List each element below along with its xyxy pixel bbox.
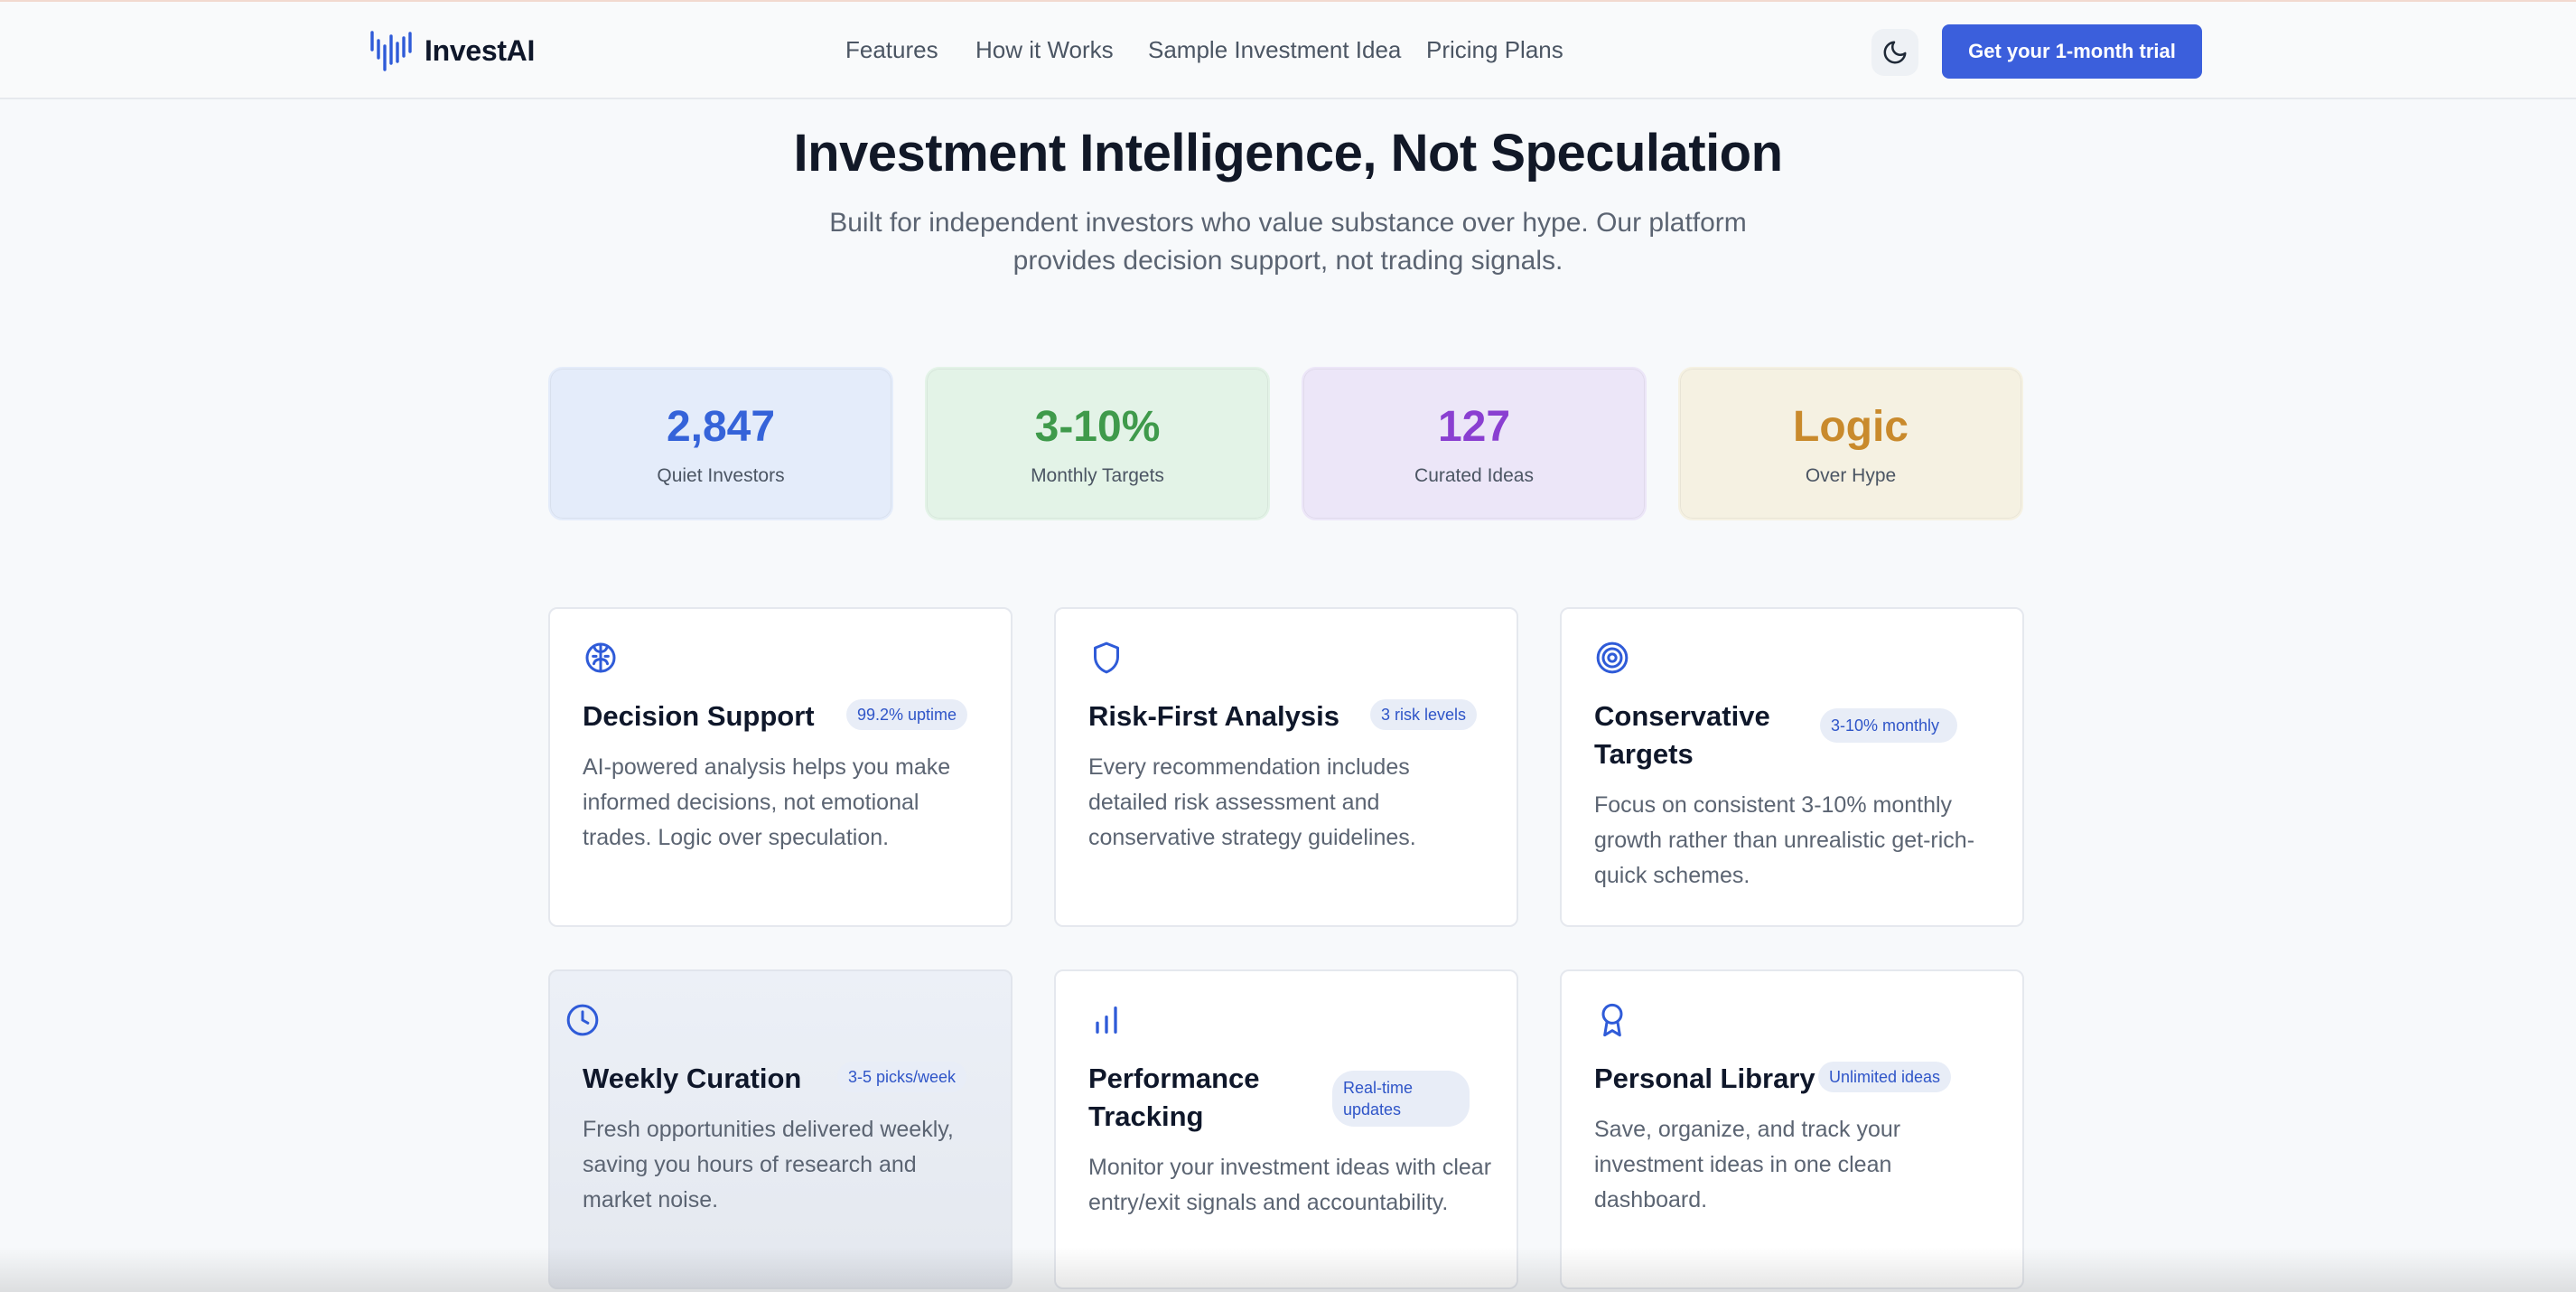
feature-badge: 3-5 picks/week [837, 1062, 967, 1092]
shield-icon [1094, 641, 1119, 674]
hero-subtitle: Built for independent investors who valu… [829, 208, 1747, 276]
feature-card-personal-library[interactable]: Personal Library Unlimited ideas Save, o… [1560, 969, 2024, 1289]
stat-value: Logic [1793, 403, 1909, 451]
nav-link-pricing[interactable]: Pricing Plans [1426, 36, 1563, 64]
feature-badge: 99.2% uptime [846, 699, 968, 730]
award-icon [1601, 1003, 1623, 1037]
bar-chart-icon [1096, 1006, 1117, 1034]
feature-badge: Real-time updates [1332, 1071, 1470, 1127]
feature-description: Focus on consistent 3-10% monthly growth… [1594, 792, 1975, 888]
moon-icon [1883, 41, 1907, 64]
feature-title: Performance Tracking [1088, 1063, 1260, 1132]
target-icon [1596, 641, 1629, 674]
feature-card-performance-tracking[interactable]: Performance Tracking Real-time updates M… [1054, 969, 1518, 1289]
feature-badge: 3 risk levels [1370, 699, 1478, 730]
feature-description: AI-powered analysis helps you make infor… [583, 754, 951, 850]
hero-title: Investment Intelligence, Not Speculation [793, 124, 1783, 183]
stat-label: Over Hype [1805, 465, 1897, 486]
feature-title: Weekly Curation [583, 1063, 802, 1094]
stat-card-investors: 2,847 Quiet Investors [548, 367, 893, 520]
feature-description: Monitor your investment ideas with clear… [1088, 1155, 1492, 1215]
stat-value: 3-10% [1034, 403, 1161, 451]
brand-name: InvestAI [425, 33, 536, 67]
stat-label: Monthly Targets [1031, 465, 1164, 486]
feature-badge: Unlimited ideas [1818, 1062, 1952, 1092]
stat-card-logic: Logic Over Hype [1678, 367, 2023, 520]
feature-description: Save, organize, and track your investmen… [1594, 1117, 1901, 1212]
feature-card-decision-support[interactable]: Decision Support 99.2% uptime AI-powered… [548, 607, 1013, 927]
clock-icon [566, 1004, 599, 1036]
feature-title: Risk-First Analysis [1088, 700, 1339, 732]
feature-title: Decision Support [583, 700, 815, 732]
stat-value: 2,847 [666, 403, 776, 451]
feature-badge: 3-10% monthly [1820, 708, 1957, 743]
brain-icon [585, 642, 616, 673]
feature-description: Every recommendation includes detailed r… [1088, 754, 1416, 850]
stat-card-ideas: 127 Curated Ideas [1302, 367, 1647, 520]
start-trial-button[interactable]: Get your 1-month trial [1942, 24, 2202, 79]
nav-link-features[interactable]: Features [845, 36, 938, 64]
feature-card-conservative-targets[interactable]: Conservative Targets 3-10% monthly Focus… [1560, 607, 2024, 927]
feature-card-risk-analysis[interactable]: Risk-First Analysis 3 risk levels Every … [1054, 607, 1518, 927]
navbar: InvestAI Features How it Works Sample In… [0, 2, 2576, 99]
stat-card-targets: 3-10% Monthly Targets [925, 367, 1270, 520]
feature-card-weekly-curation[interactable]: Weekly Curation 3-5 picks/week Fresh opp… [548, 969, 1013, 1289]
stat-label: Quiet Investors [657, 465, 785, 486]
stat-value: 127 [1437, 403, 1511, 451]
brand-logo[interactable]: InvestAI [369, 25, 535, 76]
theme-toggle-button[interactable] [1871, 29, 1918, 76]
nav-link-sample-idea[interactable]: Sample Investment Idea [1148, 36, 1401, 64]
feature-title: Conservative Targets [1594, 700, 1770, 770]
feature-title: Personal Library [1594, 1063, 1815, 1094]
feature-description: Fresh opportunities delivered weekly, sa… [583, 1117, 954, 1212]
nav-link-how-it-works[interactable]: How it Works [975, 36, 1114, 64]
logo-icon [370, 31, 412, 71]
stat-label: Curated Ideas [1414, 465, 1534, 486]
